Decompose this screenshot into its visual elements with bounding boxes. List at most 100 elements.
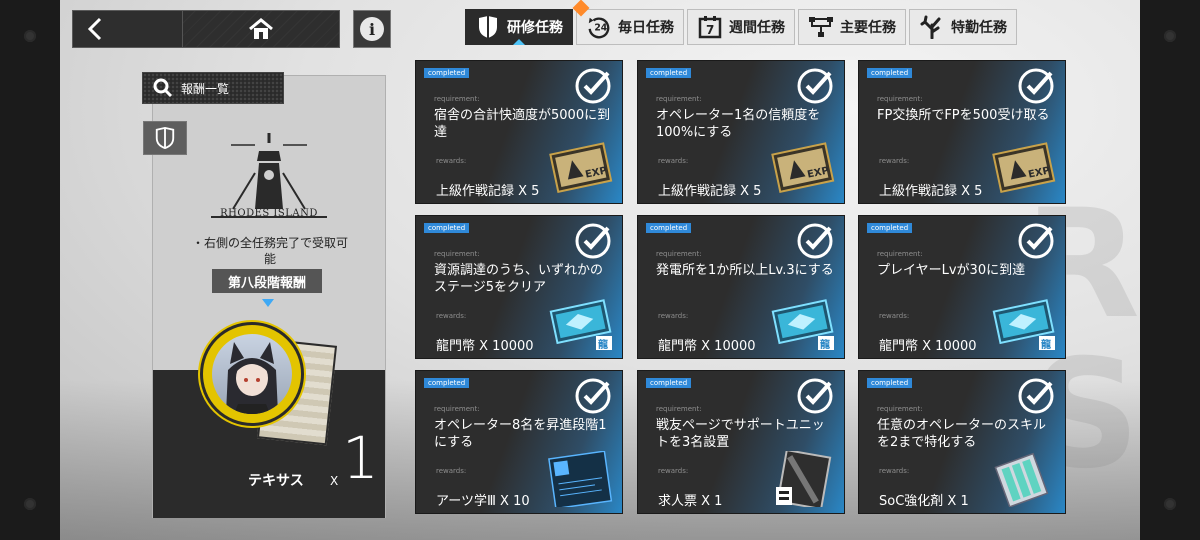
tab-daily[interactable]: 24 毎日任務 — [576, 9, 684, 45]
task-description: オペレーター8名を昇進段階1にする — [434, 418, 607, 450]
chevron-left-icon — [87, 17, 102, 41]
task-reward: 龍門幣 X 10000 — [436, 339, 534, 354]
completed-badge: completed — [424, 68, 470, 78]
completed-badge: completed — [646, 378, 692, 388]
reward-condition-note: ・右側の全任務完了で受取可能 — [191, 236, 348, 266]
24h-cycle-icon: 24 — [586, 14, 612, 40]
reward-list-label: 報酬一覧 — [181, 81, 230, 96]
task-reward: 上級作戦記録 X 5 — [879, 184, 983, 199]
task-card[interactable]: completed requirement: 任意のオペレーターのスキルを2まで特化… — [858, 370, 1066, 514]
check-circle-icon — [797, 378, 833, 414]
tab-label: 毎日任務 — [618, 20, 674, 36]
tab-label: 週間任務 — [729, 20, 785, 36]
completed-badge: completed — [646, 223, 692, 233]
shield-icon — [155, 127, 175, 149]
home-button[interactable] — [183, 11, 339, 47]
tab-training[interactable]: 研修任務 — [465, 9, 573, 45]
task-description: FP交換所でFPを500受け取る — [877, 108, 1050, 123]
task-card[interactable]: completed requirement: オペレーター8名を昇進段階1にする re… — [415, 370, 623, 514]
check-circle-icon — [1018, 68, 1054, 104]
svg-text:龍: 龍 — [820, 338, 830, 351]
completed-badge: completed — [424, 223, 470, 233]
left-bezel — [0, 0, 60, 540]
requirement-label: requirement: — [656, 405, 702, 413]
info-icon: i — [360, 17, 384, 41]
task-card[interactable]: completed requirement: 宿舎の合計快適度が5000に到達 rew… — [415, 60, 623, 204]
shield-icon — [475, 14, 501, 40]
completed-badge: completed — [867, 68, 913, 78]
reward-item-multiplier: X — [330, 474, 339, 488]
check-circle-icon — [1018, 223, 1054, 259]
lmd-icon: 龍 — [766, 296, 836, 352]
stage-label: 第八段階報酬 — [212, 269, 322, 293]
check-circle-icon — [797, 68, 833, 104]
requirement-label: requirement: — [877, 95, 923, 103]
rewards-label: rewards: — [436, 312, 467, 320]
tab-weekly[interactable]: 7 週間任務 — [687, 9, 795, 45]
requirement-label: requirement: — [656, 250, 702, 258]
recruit-permit-icon — [766, 448, 836, 511]
completed-badge: completed — [646, 68, 692, 78]
requirement-label: requirement: — [877, 250, 923, 258]
task-description: 宿舎の合計快適度が5000に到達 — [434, 108, 611, 140]
exp-card-icon: EXP — [766, 141, 836, 197]
requirement-label: requirement: — [877, 405, 923, 413]
check-circle-icon — [797, 223, 833, 259]
task-card[interactable]: completed requirement: 戦友ページでサポートユニットを3名設置… — [637, 370, 845, 514]
task-grid: completed requirement: 宿舎の合計快適度が5000に到達 rew… — [415, 60, 1067, 514]
task-reward: 龍門幣 X 10000 — [658, 339, 756, 354]
rewards-label: rewards: — [658, 467, 689, 475]
svg-text:龍: 龍 — [598, 338, 608, 351]
task-reward: 上級作戦記録 X 5 — [436, 184, 540, 199]
task-reward: 龍門幣 X 10000 — [879, 339, 977, 354]
task-reward: アーツ学Ⅲ X 10 — [436, 494, 530, 509]
requirement-label: requirement: — [434, 405, 480, 413]
mission-tabs: 研修任務 24 毎日任務 7 週間任務 主要任務 特勤任務 — [465, 9, 1017, 45]
task-description: 任意のオペレーターのスキルを2まで特化する — [877, 418, 1047, 450]
completed-badge: completed — [867, 378, 913, 388]
svg-text:龍: 龍 — [1041, 338, 1051, 351]
rewards-label: rewards: — [436, 157, 467, 165]
stage-info-button[interactable] — [143, 121, 187, 155]
svg-text:7: 7 — [706, 23, 714, 37]
reward-item-name: テキサス — [248, 473, 304, 489]
task-description: 発電所を1か所以上Lv.3にする — [656, 263, 834, 278]
task-card[interactable]: completed requirement: オペレーター1名の信頼度を100%にす… — [637, 60, 845, 204]
info-button[interactable]: i — [353, 10, 391, 48]
task-card[interactable]: completed requirement: 資源調達のうち、いずれかのステージ5を… — [415, 215, 623, 359]
requirement-label: requirement: — [656, 95, 702, 103]
rewards-label: rewards: — [658, 312, 689, 320]
search-icon — [153, 78, 173, 98]
avatar-portrait — [212, 334, 292, 414]
rewards-label: rewards: — [879, 157, 910, 165]
check-circle-icon — [1018, 378, 1054, 414]
soc-vial-icon — [987, 451, 1057, 508]
task-description: オペレーター1名の信頼度を100%にする — [656, 108, 821, 140]
task-card[interactable]: completed requirement: プレイヤーLvが30に到達 reward… — [858, 215, 1066, 359]
task-reward: 上級作戦記録 X 5 — [658, 184, 762, 199]
svg-text:24: 24 — [594, 23, 607, 34]
requirement-label: requirement: — [434, 95, 480, 103]
lmd-icon: 龍 — [544, 296, 614, 352]
operator-avatar[interactable] — [200, 322, 304, 426]
task-reward: 求人票 X 1 — [658, 494, 723, 509]
check-circle-icon — [575, 378, 611, 414]
requirement-label: requirement: — [434, 250, 480, 258]
tab-label: 主要任務 — [840, 20, 896, 36]
tab-main[interactable]: 主要任務 — [798, 9, 906, 45]
down-arrow-icon — [262, 299, 274, 307]
rewards-label: rewards: — [879, 312, 910, 320]
task-card[interactable]: completed requirement: FP交換所でFPを500受け取る rew… — [858, 60, 1066, 204]
tab-label: 研修任務 — [507, 20, 563, 36]
tab-special[interactable]: 特勤任務 — [909, 9, 1017, 45]
exp-card-icon: EXP — [987, 141, 1057, 197]
task-description: プレイヤーLvが30に到達 — [877, 263, 1026, 278]
back-button[interactable] — [73, 11, 183, 47]
rewards-label: rewards: — [658, 157, 689, 165]
tab-label: 特勤任務 — [951, 20, 1007, 36]
calendar-7-icon: 7 — [697, 14, 723, 40]
task-card[interactable]: completed requirement: 発電所を1か所以上Lv.3にする rew… — [637, 215, 845, 359]
task-description: 戦友ページでサポートユニットを3名設置 — [656, 418, 825, 450]
task-description: 資源調達のうち、いずれかのステージ5をクリア — [434, 263, 604, 295]
reward-list-button[interactable]: 報酬一覧 — [142, 72, 284, 104]
